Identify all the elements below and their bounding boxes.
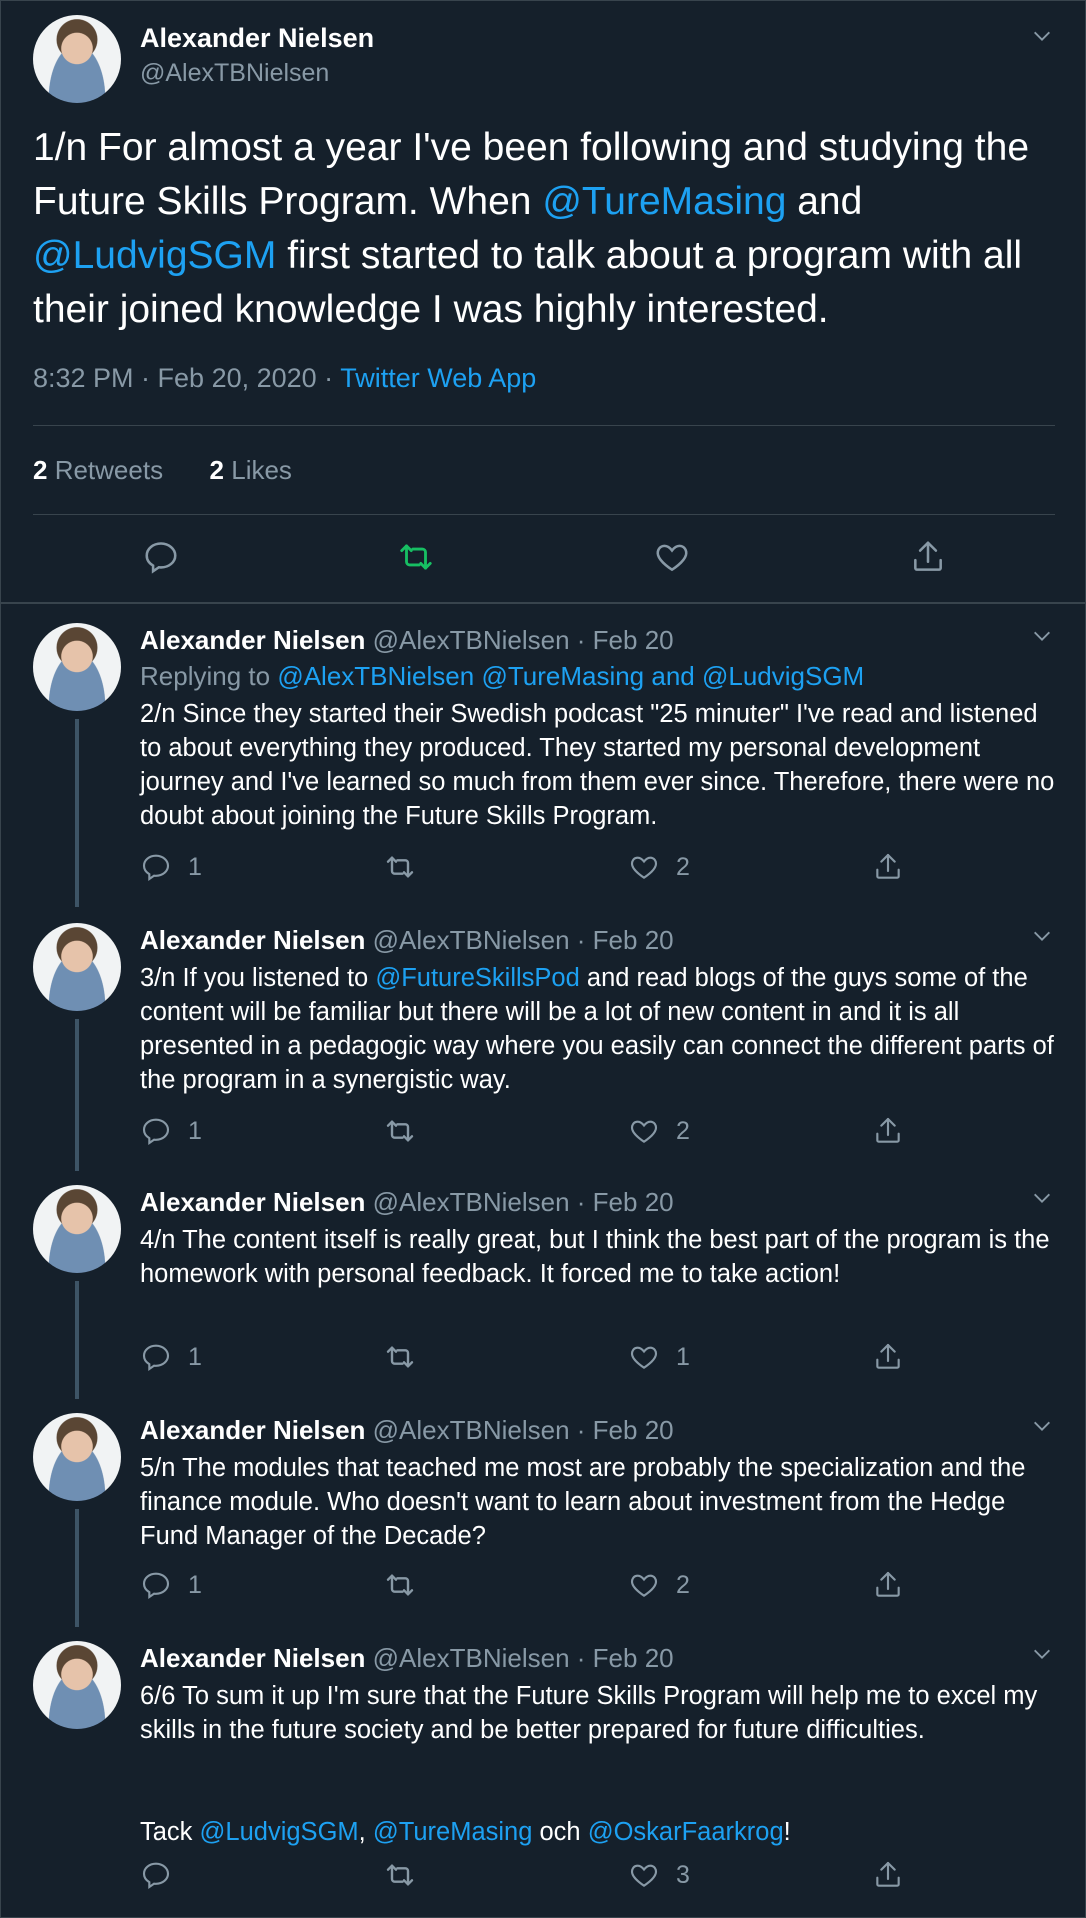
- reply-action[interactable]: 1: [140, 851, 202, 883]
- mention-link[interactable]: @LudvigSGM: [200, 1818, 359, 1846]
- like-action[interactable]: 2: [628, 1115, 690, 1147]
- author-handle-date[interactable]: @AlexTBNielsen · Feb 20: [365, 1643, 674, 1673]
- avatar[interactable]: [33, 1413, 121, 1501]
- tweet-timestamp[interactable]: 8:32 PM · Feb 20, 2020 ·: [33, 363, 340, 393]
- author-name[interactable]: Alexander Nielsen: [140, 925, 365, 955]
- reply-count: 1: [188, 1116, 202, 1145]
- tweet-text: 6/6 To sum it up I'm sure that the Futur…: [140, 1682, 1038, 1744]
- mention-link[interactable]: @TureMasing: [542, 180, 786, 223]
- like-action[interactable]: 2: [628, 851, 690, 883]
- like-action[interactable]: 3: [628, 1859, 690, 1891]
- author-name[interactable]: Alexander Nielsen: [140, 23, 374, 54]
- share-action[interactable]: [872, 1115, 904, 1147]
- reply-tweet[interactable]: Alexander Nielsen @AlexTBNielsen · Feb 2…: [1, 911, 1085, 1173]
- avatar[interactable]: [33, 623, 121, 711]
- tweet-actions: 1 2: [140, 851, 920, 887]
- retweets-stat[interactable]: 2 Retweets: [33, 455, 163, 485]
- mention-link[interactable]: @TureMasing: [373, 1818, 533, 1846]
- avatar[interactable]: [33, 1185, 121, 1273]
- reply-icon[interactable]: [142, 538, 180, 576]
- chevron-down-icon[interactable]: [1031, 25, 1053, 47]
- mention-link[interactable]: @AlexTBNielsen @TureMasing and @LudvigSG…: [277, 661, 864, 691]
- divider: [1, 602, 1085, 604]
- retweet-action[interactable]: [384, 1569, 416, 1601]
- author-handle-date[interactable]: @AlexTBNielsen · Feb 20: [365, 925, 674, 955]
- tweet-text: 4/n The content itself is really great, …: [140, 1226, 1050, 1288]
- author-name[interactable]: Alexander Nielsen: [140, 625, 365, 655]
- tweet-text-thanks: Tack @LudvigSGM, @TureMasing och @OskarF…: [140, 1818, 791, 1846]
- reply-tweet[interactable]: Alexander Nielsen @AlexTBNielsen · Feb 2…: [1, 1173, 1085, 1401]
- divider: [33, 425, 1055, 426]
- tweet-meta: 8:32 PM · Feb 20, 2020 · Twitter Web App: [33, 363, 536, 394]
- tweet-actions: 1 2: [140, 1569, 920, 1605]
- chevron-down-icon[interactable]: [1031, 1187, 1053, 1209]
- mention-link[interactable]: @LudvigSGM: [33, 234, 276, 277]
- author-handle[interactable]: @AlexTBNielsen: [140, 59, 329, 88]
- author-handle-date[interactable]: @AlexTBNielsen · Feb 20: [365, 625, 674, 655]
- like-action[interactable]: 2: [628, 1569, 690, 1601]
- reply-count: 1: [188, 1570, 202, 1599]
- like-count: 3: [676, 1860, 690, 1889]
- reply-count: 1: [188, 1342, 202, 1371]
- share-action[interactable]: [872, 851, 904, 883]
- reply-count: 1: [188, 852, 202, 881]
- retweet-icon[interactable]: [397, 538, 435, 576]
- likes-stat[interactable]: 2 Likes: [210, 455, 292, 485]
- avatar[interactable]: [33, 15, 121, 103]
- thread-line: [75, 1281, 79, 1399]
- reply-action[interactable]: 1: [140, 1115, 202, 1147]
- retweet-action[interactable]: [384, 1115, 416, 1147]
- reply-icon: [142, 854, 170, 882]
- tweet-text: 2/n Since they started their Swedish pod…: [140, 700, 1055, 830]
- retweet-action[interactable]: [384, 1341, 416, 1373]
- share-action[interactable]: [872, 1859, 904, 1891]
- tweet-text: 1/n For almost a year I've been followin…: [33, 126, 1030, 331]
- reply-tweet[interactable]: Alexander Nielsen @AlexTBNielsen · Feb 2…: [1, 1401, 1085, 1629]
- retweet-action[interactable]: [384, 1859, 416, 1891]
- reply-action[interactable]: 1: [140, 1341, 202, 1373]
- thread-line: [75, 719, 79, 907]
- chevron-down-icon[interactable]: [1031, 1415, 1053, 1437]
- retweet-action[interactable]: [384, 851, 416, 883]
- like-icon[interactable]: [653, 538, 691, 576]
- author-name[interactable]: Alexander Nielsen: [140, 1187, 365, 1217]
- divider: [33, 514, 1055, 515]
- tweet-stats: 2 Retweets 2 Likes: [33, 455, 292, 486]
- like-count: 2: [676, 1570, 690, 1599]
- mention-link[interactable]: @FutureSkillsPod: [375, 964, 579, 992]
- tweet-actions: 1 1: [140, 1341, 920, 1377]
- tweet-thread-container: Alexander Nielsen @AlexTBNielsen 1/n For…: [0, 0, 1086, 1918]
- share-action[interactable]: [872, 1569, 904, 1601]
- author-handle-date[interactable]: @AlexTBNielsen · Feb 20: [365, 1415, 674, 1445]
- like-action[interactable]: 1: [628, 1341, 690, 1373]
- reply-tweet[interactable]: Alexander Nielsen @AlexTBNielsen · Feb 2…: [1, 1629, 1085, 1917]
- reply-tweet[interactable]: Alexander Nielsen @AlexTBNielsen · Feb 2…: [1, 611, 1085, 911]
- chevron-down-icon[interactable]: [1031, 625, 1053, 647]
- thread-line: [75, 1019, 79, 1171]
- avatar[interactable]: [33, 1641, 121, 1729]
- avatar[interactable]: [33, 923, 121, 1011]
- replying-to: Replying to @AlexTBNielsen @TureMasing a…: [140, 661, 865, 691]
- share-icon[interactable]: [909, 538, 947, 576]
- tweet-actions: 1 2: [140, 1115, 920, 1151]
- author-handle-date[interactable]: @AlexTBNielsen · Feb 20: [365, 1187, 674, 1217]
- like-count: 1: [676, 1342, 690, 1371]
- reply-action[interactable]: 1: [140, 1569, 202, 1601]
- like-count: 2: [676, 1116, 690, 1145]
- tweet-text: 3/n If you listened to @FutureSkillsPod …: [140, 964, 1054, 1094]
- reply-action[interactable]: [140, 1859, 188, 1891]
- author-name[interactable]: Alexander Nielsen: [140, 1643, 365, 1673]
- like-count: 2: [676, 852, 690, 881]
- thread-line: [75, 1509, 79, 1627]
- share-action[interactable]: [872, 1341, 904, 1373]
- tweet-text: 5/n The modules that teached me most are…: [140, 1454, 1026, 1550]
- tweet-actions: 3: [140, 1859, 920, 1895]
- chevron-down-icon[interactable]: [1031, 925, 1053, 947]
- author-name[interactable]: Alexander Nielsen: [140, 1415, 365, 1445]
- mention-link[interactable]: @OskarFaarkrog: [588, 1818, 784, 1846]
- tweet-actions: [1, 538, 1085, 582]
- source-link[interactable]: Twitter Web App: [340, 363, 536, 393]
- chevron-down-icon[interactable]: [1031, 1643, 1053, 1665]
